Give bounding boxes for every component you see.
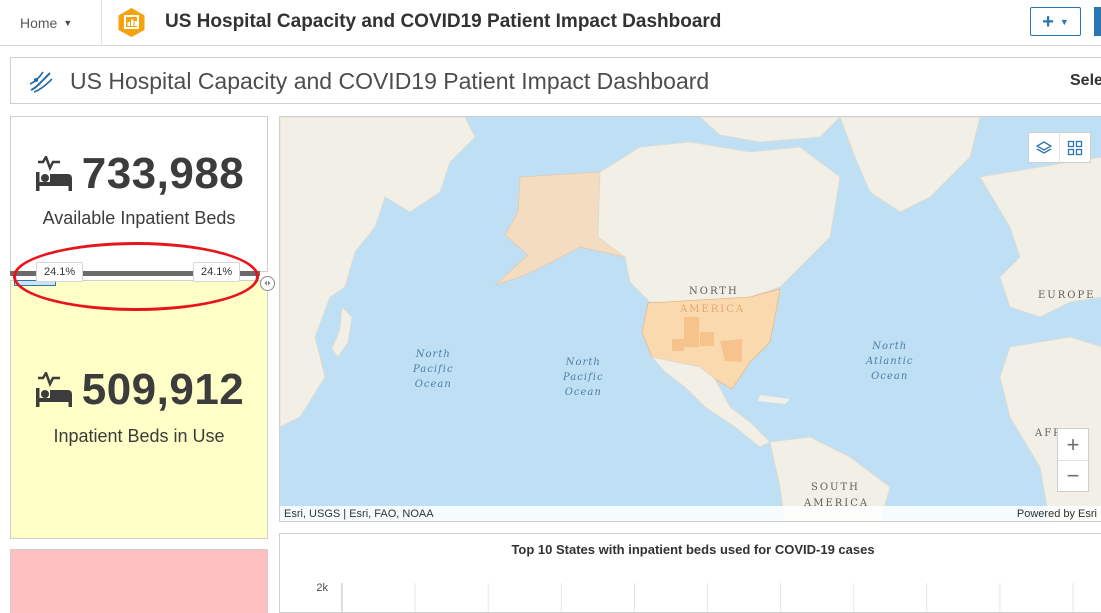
covid-beds-indicator[interactable]	[10, 549, 268, 613]
layers-icon	[1036, 140, 1053, 154]
add-content-button[interactable]: + ▼	[1030, 7, 1081, 36]
ocean-label-north-pacific-2: North Pacific Ocean	[563, 357, 604, 398]
beds-in-use-indicator[interactable]: 509,912 Inpatient Beds in Use	[10, 280, 268, 539]
basemap[interactable]	[280, 117, 1101, 522]
top-states-chart[interactable]: Top 10 States with inpatient beds used f…	[279, 533, 1101, 613]
zoom-control: + −	[1057, 428, 1089, 492]
chart-plot: 2k	[316, 582, 1074, 612]
plus-icon: +	[1042, 10, 1054, 33]
dashboard-header: US Hospital Capacity and COVID19 Patient…	[10, 57, 1101, 104]
beds-in-use-label: Inpatient Beds in Use	[53, 426, 225, 446]
panel-resize-splitter[interactable]: 24.1% 24.1%	[10, 262, 275, 291]
bed-icon	[35, 156, 72, 191]
ocean-label-north-atlantic: North Atlantic Ocean	[866, 341, 914, 382]
bed-icon	[35, 372, 72, 407]
available-beds-label: Available Inpatient Beds	[42, 208, 236, 228]
split-percent-top: 24.1%	[36, 262, 84, 282]
grid-icon	[1068, 140, 1083, 155]
kpi-row: 509,912	[11, 365, 267, 415]
continent-label-south: SOUTH	[811, 482, 860, 493]
attribution-sources[interactable]: Esri, USGS | Esri, FAO, NOAA	[284, 508, 434, 520]
selector-label[interactable]: Sele	[1070, 72, 1101, 90]
beds-in-use-value: 509,912	[81, 365, 245, 414]
y-tick-label: 2k	[316, 582, 328, 594]
home-menu-button[interactable]: Home ▼	[0, 0, 102, 46]
available-beds-indicator[interactable]: 733,988 Available Inpatient Beds	[10, 116, 268, 272]
caret-down-icon: ▼	[63, 18, 73, 28]
resize-handle-icon[interactable]	[260, 276, 275, 291]
zoom-in-button[interactable]: +	[1058, 429, 1088, 460]
map-widget[interactable]: North Pacific Ocean North Pacific Ocean …	[279, 116, 1101, 522]
map-attribution: Esri, USGS | Esri, FAO, NOAA Powered by …	[280, 506, 1101, 521]
hhs-eagle-logo-icon	[29, 71, 53, 93]
zoom-out-button[interactable]: −	[1058, 460, 1088, 491]
available-beds-value: 733,988	[81, 149, 245, 198]
powered-by-esri[interactable]: Powered by Esri	[1017, 508, 1097, 520]
layers-button[interactable]	[1029, 133, 1059, 162]
continent-label-europe: EUROPE	[1038, 290, 1096, 301]
basemap-gallery-button[interactable]	[1059, 133, 1090, 162]
dashboard-title: US Hospital Capacity and COVID19 Patient…	[70, 68, 710, 94]
dashboard-app-logo-icon	[118, 8, 145, 37]
continent-label-america: AMERICA	[680, 304, 746, 315]
map-toolbar	[1028, 132, 1091, 163]
split-percent-bottom: 24.1%	[193, 262, 241, 282]
app-title: US Hospital Capacity and COVID19 Patient…	[165, 11, 722, 32]
caret-down-icon: ▼	[1059, 16, 1069, 27]
side-panel-tab[interactable]	[1094, 7, 1101, 36]
app-bar: Home ▼ US Hospital Capacity and COVID19 …	[0, 0, 1101, 46]
ocean-label-north-pacific: North Pacific Ocean	[413, 349, 454, 390]
home-label: Home	[20, 15, 58, 31]
kpi-row: 733,988	[11, 149, 267, 199]
continent-label-north: NORTH	[689, 286, 739, 297]
